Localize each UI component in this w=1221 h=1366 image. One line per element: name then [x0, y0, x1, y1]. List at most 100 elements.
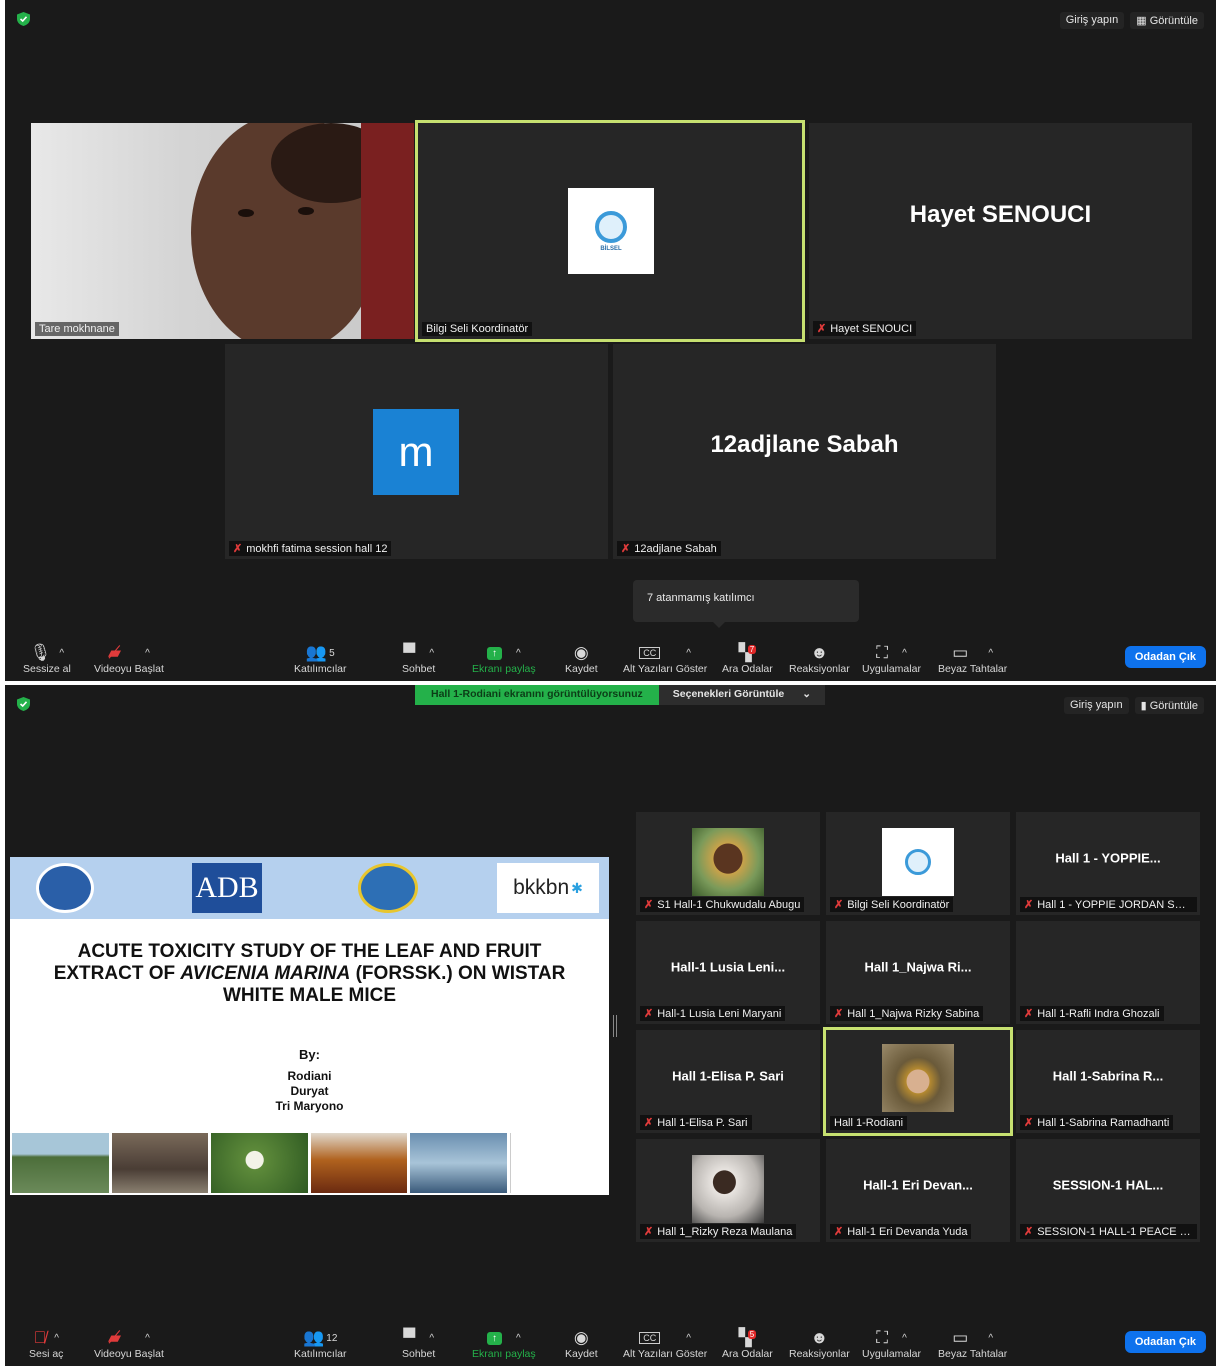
video-tile[interactable]: Hall 1-Sabrina R... ✗ Hall 1-Sabrina Rama… [1016, 1030, 1200, 1133]
video-tile[interactable]: m ✗ mokhfi fatima session hall 12 [225, 344, 608, 559]
video-tile[interactable]: Hall-1 Lusia Leni... ✗ Hall-1 Lusia Leni … [636, 921, 820, 1024]
participant-display-name: Hall-1 Lusia Leni... [670, 959, 786, 974]
leave-room-button[interactable]: Odadan Çık [1124, 646, 1206, 668]
reactions-button[interactable]: ☻ Reaksiyonlar [789, 643, 850, 675]
video-tile[interactable]: Hayet SENOUCI ✗ Hayet SENOUCI [809, 123, 1192, 339]
chevron-up-icon[interactable]: ^ [988, 1333, 993, 1344]
sign-in-button[interactable]: Giriş yapın [1064, 697, 1129, 714]
view-button[interactable]: ▮ Görüntüle [1134, 697, 1204, 714]
record-icon: ◉ [573, 1328, 589, 1347]
video-tile[interactable]: Hall-1 Eri Devan... ✗ Hall-1 Eri Devanda … [826, 1139, 1010, 1242]
smiley-icon: ☻ [810, 1328, 829, 1347]
participant-name-label: ✗ Hall 1-Elisa P. Sari [640, 1115, 752, 1130]
video-tile[interactable]: SESSION-1 HAL... ✗ SESSION-1 HALL-1 PEACE… [1016, 1139, 1200, 1242]
encryption-shield-icon[interactable] [17, 697, 30, 711]
participants-button[interactable]: 👥 12 Katılımcılar [294, 1328, 347, 1360]
view-button[interactable]: ▦ Görüntüle [1130, 12, 1204, 29]
leave-room-button[interactable]: Odadan Çık [1124, 1331, 1206, 1353]
chevron-up-icon[interactable]: ^ [145, 648, 150, 659]
video-tile[interactable]: ✗ Bilgi Seli Koordinatör [826, 812, 1010, 915]
participant-display-name: Hayet SENOUCI [909, 201, 1092, 228]
chat-icon: ▀ [403, 1328, 416, 1347]
video-tile[interactable]: ✗ S1 Hall-1 Chukwudalu Abugu [636, 812, 820, 915]
chat-button[interactable]: ▀ ^ Sohbet [402, 1328, 435, 1360]
apps-button[interactable]: ⛶ ^ Uygulamalar [862, 1328, 921, 1360]
video-tile-active-speaker[interactable]: BİLSEL Bilgi Seli Koordinatör [415, 120, 805, 342]
video-tile[interactable]: Hall 1_Najwa Ri... ✗ Hall 1_Najwa Rizky S… [826, 921, 1010, 1024]
video-tile[interactable]: Tare mokhnane [31, 123, 414, 339]
speaker-view-icon: ▮ [1140, 700, 1147, 712]
cc-icon: CC [639, 1332, 661, 1344]
bkkbn-logo: bkkbn ✱ [497, 863, 599, 913]
chat-button[interactable]: ▀ ^ Sohbet [402, 643, 435, 675]
muted-mic-icon: ✗ [644, 1117, 654, 1129]
video-tile[interactable]: ✗ Hall 1-Rafli Indra Ghozali [1016, 921, 1200, 1024]
chevron-up-icon[interactable]: ^ [516, 648, 521, 659]
unmute-button[interactable]: 🎙̸ ^ Sesi aç [29, 1328, 63, 1360]
whiteboard-icon: ▭ [952, 643, 969, 662]
participant-name-label: ✗ Hall 1-Rafli Indra Ghozali [1020, 1006, 1164, 1021]
whiteboard-icon: ▭ [952, 1328, 969, 1347]
participant-display-name: Hall 1_Najwa Ri... [864, 959, 972, 974]
chevron-up-icon[interactable]: ^ [429, 648, 434, 659]
participant-display-name: Hall 1-Elisa P. Sari [672, 1068, 784, 1083]
slide-photo-strip [12, 1133, 607, 1193]
video-off-icon: ▰̸ [108, 643, 122, 662]
muted-mic-icon: ✗ [834, 899, 844, 911]
share-screen-button[interactable]: ↑ ^ Ekranı paylaş [472, 1328, 536, 1360]
captions-button[interactable]: CC ^ Alt Yazıları Göster [623, 643, 707, 675]
video-tile[interactable]: 12adjlane Sabah ✗ 12adjlane Sabah [613, 344, 996, 559]
chevron-up-icon[interactable]: ^ [902, 648, 907, 659]
video-tile[interactable]: Hall 1-Elisa P. Sari ✗ Hall 1-Elisa P. Sa… [636, 1030, 820, 1133]
participant-name-label: ✗ Hall 1_Rizky Reza Maulana [640, 1224, 797, 1239]
participant-video-feed [191, 123, 414, 339]
muted-mic-icon: ✗ [834, 1008, 844, 1020]
participant-name-label: ✗ Hall-1 Eri Devanda Yuda [830, 1224, 972, 1239]
start-video-button[interactable]: ▰̸ ^ Videoyu Başlat [94, 1328, 164, 1360]
chevron-up-icon[interactable]: ^ [429, 1333, 434, 1344]
breakout-rooms-button[interactable]: ▚ 5 Ara Odalar [722, 1328, 773, 1360]
whiteboard-button[interactable]: ▭ ^ Beyaz Tahtalar [938, 643, 1007, 675]
participant-display-name: 12adjlane Sabah [710, 430, 899, 458]
reactions-button[interactable]: ☻ Reaksiyonlar [789, 1328, 850, 1360]
chevron-up-icon[interactable]: ^ [988, 648, 993, 659]
chevron-up-icon[interactable]: ^ [516, 1333, 521, 1344]
chevron-up-icon[interactable]: ^ [686, 648, 691, 659]
record-button[interactable]: ◉ Kaydet [565, 643, 598, 675]
chevron-up-icon[interactable]: ^ [145, 1333, 150, 1344]
sign-in-button[interactable]: Giriş yapın [1059, 12, 1125, 29]
breakout-rooms-button[interactable]: ▚ 7 Ara Odalar [722, 643, 773, 675]
video-tile[interactable]: Hall 1 - YOPPIE... ✗ Hall 1 - YOPPIE JORD… [1016, 812, 1200, 915]
chevron-up-icon[interactable]: ^ [902, 1333, 907, 1344]
muted-mic-icon: ✗ [644, 899, 654, 911]
screenshare-banner: Hall 1-Rodiani ekranını görüntülüyorsunu… [415, 685, 826, 705]
participant-name-label: ✗ Hayet SENOUCI [813, 321, 917, 336]
chevron-up-icon[interactable]: ^ [686, 1333, 691, 1344]
participant-name-label: ✗ Hall 1 - YOPPIE JORDAN SAR... [1020, 897, 1197, 912]
captions-button[interactable]: CC ^ Alt Yazıları Göster [623, 1328, 707, 1360]
view-options-dropdown[interactable]: Seçenekleri Görüntüle ⌄ [658, 685, 826, 705]
bilsel-logo [882, 828, 954, 896]
muted-mic-icon: ✗ [233, 543, 243, 555]
encryption-shield-icon[interactable] [17, 12, 30, 26]
whiteboard-button[interactable]: ▭ ^ Beyaz Tahtalar [938, 1328, 1007, 1360]
video-tile[interactable]: ✗ Hall 1_Rizky Reza Maulana [636, 1139, 820, 1242]
chevron-up-icon[interactable]: ^ [59, 648, 64, 659]
participant-name-label: ✗ S1 Hall-1 Chukwudalu Abugu [640, 897, 805, 912]
mute-button[interactable]: 🎙 ^ Sessize al [23, 643, 71, 675]
participant-name-label: ✗ Hall 1_Najwa Rizky Sabina [830, 1006, 984, 1021]
share-screen-button[interactable]: ↑ ^ Ekranı paylaş [472, 643, 536, 675]
apps-button[interactable]: ⛶ ^ Uygulamalar [862, 643, 921, 675]
chevron-down-icon: ⌄ [802, 688, 812, 700]
panel-resize-handle[interactable] [613, 1015, 617, 1037]
chevron-up-icon[interactable]: ^ [54, 1333, 59, 1344]
participant-name-label: ✗ Bilgi Seli Koordinatör [830, 897, 954, 912]
slide-by-label: By: [299, 1047, 320, 1062]
shared-screen-slide: ADB bkkbn ✱ ACUTE TOXICITY STUDY OF THE L… [10, 857, 609, 1195]
chat-icon: ▀ [403, 643, 416, 662]
participant-name: Tare mokhnane [35, 322, 119, 336]
participants-button[interactable]: 👥 5 Katılımcılar [294, 643, 347, 675]
start-video-button[interactable]: ▰̸ ^ Videoyu Başlat [94, 643, 164, 675]
video-tile-active-speaker[interactable]: Hall 1-Rodiani [823, 1027, 1013, 1136]
record-button[interactable]: ◉ Kaydet [565, 1328, 598, 1360]
